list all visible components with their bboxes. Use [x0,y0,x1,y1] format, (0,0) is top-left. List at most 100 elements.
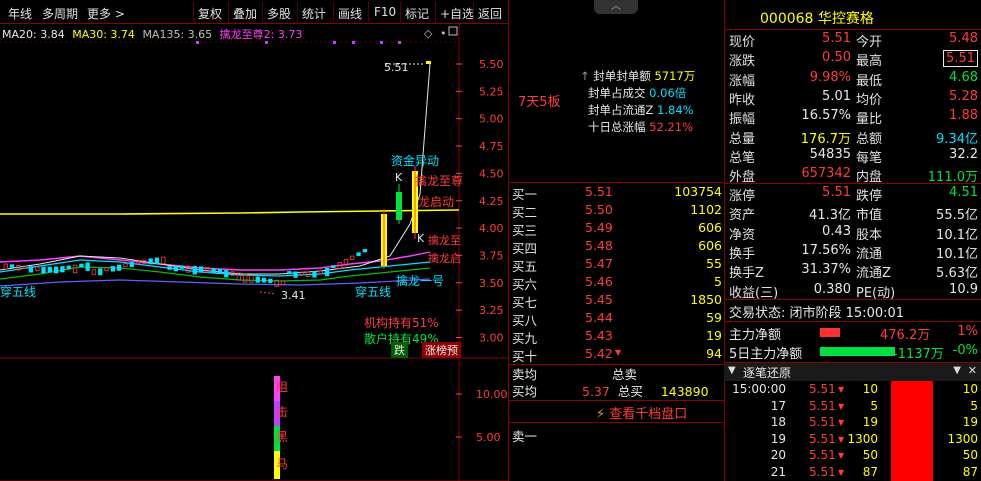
annotation-dragon-2: 擒龙至 [428,234,461,247]
y-tick-2: 5.00 [479,113,504,126]
stock-code: 000068 [760,11,814,27]
bid-price: 5.49 [585,220,613,235]
bid-label: 买二 [512,205,538,220]
quote-value: 16.57% [801,108,851,124]
tick-bar-volume: 1300 [947,431,978,446]
tab-yearly[interactable]: 年线 [8,5,32,22]
tab-multi-period[interactable]: 多周期 [42,5,78,22]
seal-value-2: 1.84% [657,103,694,117]
arrow-down-icon: ▼ [615,348,622,357]
indicator-label-3: 马 [276,457,288,471]
candle [224,270,229,278]
buy-total-value: 143890 [660,384,709,399]
collapse-toggle[interactable]: ︿ [594,0,638,14]
draw-line-button[interactable]: 画线 [338,5,362,22]
bid-row: 买七 5.45 1850 [512,292,722,310]
candle [287,271,292,274]
low-price-label: 3.41 [281,289,306,302]
tick-bar-volume: 19 [962,415,978,429]
svg-text:•: • [440,27,447,40]
tick-time: 15:00:00 [732,382,786,396]
f10-button[interactable]: F10 [374,5,396,19]
candle [41,266,46,274]
candle [198,266,204,272]
annotation-cross-five-1: 穿五线 [0,285,37,299]
tick-row: 19 5.51 ▼ 1300 1300 [729,432,981,449]
multi-stock-button[interactable]: 多股 [267,5,291,22]
quote-label: 换手 [729,246,756,262]
annotation-dragon-3: 擒龙启 [428,252,461,265]
quote-value-2: 32.2 [949,146,978,162]
back-button[interactable]: 返回 [478,5,502,22]
quote-label: 换手Z [729,266,764,282]
bid-price: 5.44 [585,310,613,325]
candle [167,266,172,270]
tick-header: ▼ 逐笔还原 ✕ ▼ [724,363,981,381]
tick-time: 20 [770,448,786,462]
quote-value: 9.98% [809,69,851,85]
quote-value: 17.56% [801,242,851,258]
quote-label: 振幅 [729,112,756,128]
tick-price: 5.51 [809,448,836,462]
quote-label: 总笔 [729,150,756,166]
tick-volume: 10 [862,382,878,396]
view-depth-button[interactable]: ⚡ 查看千档盘口 [596,403,687,422]
tick-time: 18 [770,415,786,429]
bid-volume: 5 [714,274,722,289]
quote-label: 涨停 [729,189,756,204]
add-watchlist-button[interactable]: +自选 [440,5,474,22]
main-flow-row: 主力净额 476.2万 1% [729,324,981,343]
quote-row: 振幅 16.57% 量比 1.88 [729,108,981,129]
indicator-tick-5: 5.00 [476,431,501,444]
candle [35,266,40,272]
candle [148,258,153,265]
dropdown-icon[interactable]: ▼ [953,365,961,376]
tick-volume: 50 [862,448,878,462]
annotation-k1: K [395,171,403,184]
tick-row: 15:00:00 5.51 ▼ 10 10 [729,382,981,399]
quote-label-2: 最高 [856,54,883,70]
y-tick-1: 5.25 [479,85,504,98]
seal-value-0: 5717万 [654,69,696,83]
quote-label: 现价 [729,35,756,50]
tick-time: 21 [770,464,786,479]
tick-row: 21 5.51 ▼ 87 87 [729,465,981,481]
candle [28,266,34,273]
bid-row: 买六 5.46 5 [512,274,722,292]
candle [331,265,336,269]
candle [356,252,361,257]
bid-row: 买二 5.50 1102 [512,202,722,220]
quote-label-2: PE(动) [856,285,896,301]
quote-value-2: 5.28 [949,88,978,104]
quote-value-2: 55.5亿 [936,208,978,224]
quote-label-2: 流通Z [856,266,891,282]
tick-volume: 5 [870,398,878,413]
bid-price: 5.43 [585,328,613,343]
adjust-button[interactable]: 复权 [198,5,222,22]
chart-toolbar: 年线 多周期 更多 > 复权 叠加 多股 统计 画线 F10 标记 +自选 返回 [0,0,508,24]
quote-row: 昨收 5.01 均价 5.28 [729,89,981,110]
close-icon[interactable]: ✕ [968,364,977,377]
tick-header-label: 逐笔还原 [743,366,792,380]
quote-label-2: 市值 [856,208,883,224]
stats-button[interactable]: 统计 [302,5,326,22]
quote-label-2: 均价 [856,92,883,108]
bid-label: 买十 [512,349,538,364]
mark-button[interactable]: 标记 [405,5,429,22]
tick-price: 5.51 [809,415,836,429]
ask1-label: 卖一 [512,429,538,444]
quote-value: 5.51 [822,31,851,46]
candle [299,271,305,275]
bid-row: 买一 5.51 103754 [512,184,722,202]
main-flow-bar [820,328,840,337]
bid-volume: 55 [706,256,722,271]
tick-volume: 19 [862,415,878,429]
quote-label-2: 总额 [856,131,883,147]
more-menu[interactable]: 更多 > [87,5,125,22]
overlay-button[interactable]: 叠加 [233,5,257,22]
candle [261,277,267,283]
fall-badge: 跌 [391,342,408,358]
arrow-down-icon: ▼ [838,385,845,394]
indicator-label-1: 击 [276,405,288,419]
annotation-cross-five-2: 穿五线 [355,285,392,299]
